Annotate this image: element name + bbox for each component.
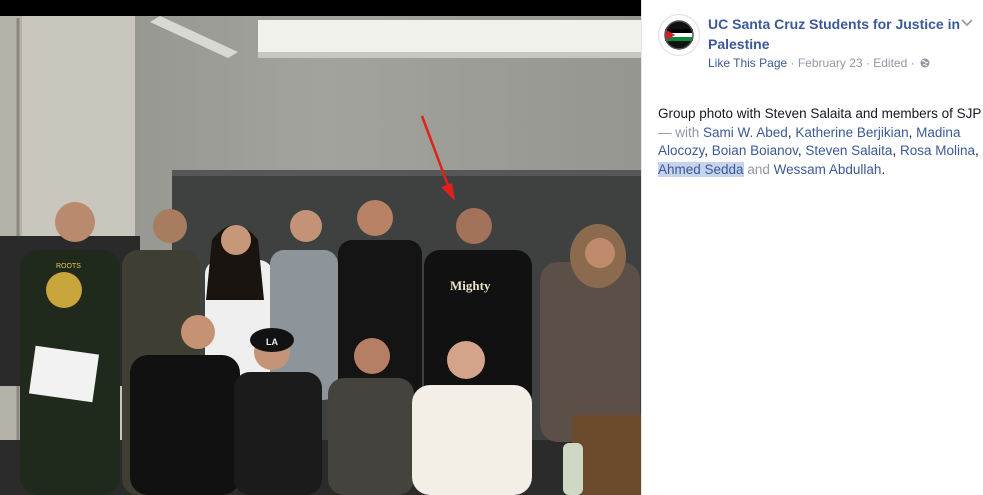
and-label: and	[747, 161, 770, 177]
tag-separator: ,	[704, 143, 712, 158]
tag-ahmed-sedda[interactable]: Ahmed Sedda	[658, 161, 744, 177]
post-caption: Group photo with Steven Salaita and memb…	[658, 105, 983, 179]
tag-steven-salaita[interactable]: Steven Salaita	[805, 143, 892, 158]
post-date-link[interactable]: February 23	[798, 56, 863, 70]
meta-separator-2: ·	[862, 56, 874, 70]
tag-sami-w-abed[interactable]: Sami W. Abed	[703, 125, 788, 140]
post-sidebar: UC Santa Cruz Students for Justice in Pa…	[641, 0, 983, 495]
chevron-down-icon[interactable]	[960, 16, 974, 30]
tag-boian-boianov[interactable]: Boian Boianov	[712, 143, 798, 158]
page-avatar-icon[interactable]	[658, 14, 700, 56]
tag-separator: ,	[892, 143, 900, 158]
meta-separator-1: ·	[787, 56, 798, 70]
post-photo[interactable]: ROOTS Mighty LA	[0, 0, 641, 495]
edited-link[interactable]: Edited	[873, 56, 907, 70]
caption-end: .	[881, 161, 886, 177]
meta-separator-3: ·	[907, 56, 918, 70]
like-page-link[interactable]: Like This Page	[708, 56, 787, 70]
shirt-text-left: ROOTS	[56, 263, 81, 270]
shirt-text-right: Mighty	[450, 278, 491, 293]
globe-icon[interactable]	[920, 58, 930, 68]
post-meta: Like This Page · February 23 · Edited ·	[708, 56, 930, 70]
group-photo-image: ROOTS Mighty LA	[0, 0, 641, 495]
tag-wessam-abdullah[interactable]: Wessam Abdullah	[774, 162, 882, 177]
page-name-link[interactable]: UC Santa Cruz Students for Justice in Pa…	[708, 14, 963, 54]
beanie-text: LA	[266, 337, 278, 347]
caption-text: Group photo with Steven Salaita and memb…	[658, 106, 982, 121]
tag-katherine-berjikian[interactable]: Katherine Berjikian	[795, 125, 908, 140]
tag-separator: ,	[975, 143, 979, 158]
with-label: — with	[658, 124, 704, 140]
tag-rosa-molina[interactable]: Rosa Molina	[900, 143, 975, 158]
